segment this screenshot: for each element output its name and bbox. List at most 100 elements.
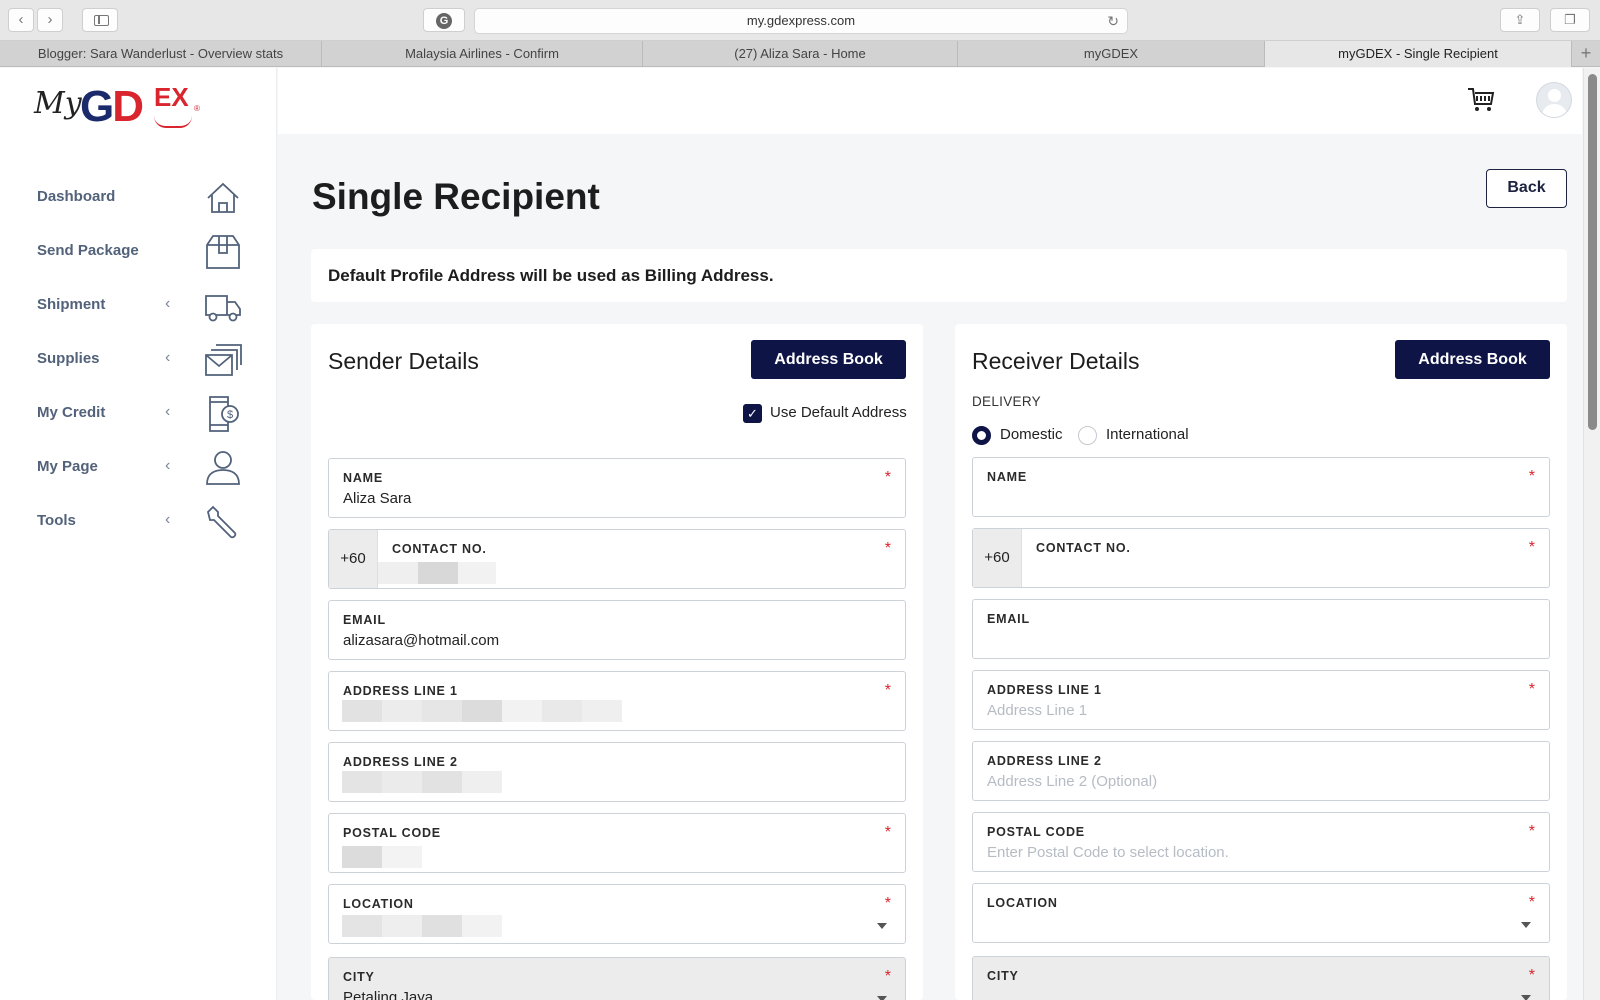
- address-bar[interactable]: my.gdexpress.com ↻: [474, 8, 1128, 34]
- billing-notice: Default Profile Address will be used as …: [311, 249, 1567, 302]
- sidebar-item-label: My Page: [37, 458, 98, 475]
- receiver-location-select[interactable]: LOCATION *: [972, 883, 1550, 943]
- sidebar-item-dashboard[interactable]: Dashboard: [0, 171, 277, 225]
- logo-letter-g: G: [80, 82, 114, 131]
- receiver-postal-code-field[interactable]: POSTAL CODE * Enter Postal Code to selec…: [972, 812, 1550, 872]
- sidebar-item-my-credit[interactable]: My Credit ‹ $: [0, 387, 277, 441]
- sender-city-value: Petaling Jaya: [343, 989, 434, 1000]
- mygdex-logo[interactable]: My GD EX ®: [32, 78, 212, 140]
- avatar-body: [1542, 104, 1567, 117]
- postal-code-placeholder: Enter Postal Code to select location.: [987, 844, 1229, 861]
- browser-tab[interactable]: Blogger: Sara Wanderlust - Overview stat…: [0, 41, 322, 67]
- required-mark: *: [1528, 823, 1535, 840]
- sender-name-value[interactable]: Aliza Sara: [343, 490, 411, 507]
- checkmark-icon: ✓: [747, 406, 758, 421]
- reload-icon[interactable]: ↻: [1107, 9, 1119, 33]
- logo-text-gd: GD: [80, 82, 144, 132]
- use-default-address-checkbox[interactable]: ✓: [743, 404, 762, 423]
- dropdown-caret-icon: [1521, 922, 1531, 928]
- required-mark: *: [884, 682, 891, 699]
- field-label: ADDRESS LINE 1: [343, 684, 458, 698]
- sidebar-item-supplies[interactable]: Supplies ‹: [0, 333, 277, 387]
- field-label: POSTAL CODE: [343, 826, 441, 840]
- share-button[interactable]: ⇪: [1500, 8, 1540, 32]
- back-button[interactable]: Back: [1486, 169, 1567, 208]
- browser-tab-active[interactable]: myGDEX - Single Recipient: [1265, 41, 1572, 67]
- sender-postal-code-field[interactable]: POSTAL CODE *: [328, 813, 906, 873]
- field-label: NAME: [343, 471, 384, 485]
- receiver-details-card: Receiver Details Address Book DELIVERY D…: [955, 324, 1567, 1000]
- required-mark: *: [1528, 967, 1535, 984]
- receiver-address-line-2-field[interactable]: ADDRESS LINE 2 Address Line 2 (Optional): [972, 741, 1550, 801]
- international-radio[interactable]: [1078, 426, 1097, 445]
- back-nav-button[interactable]: ‹: [8, 8, 34, 32]
- sidebar-item-label: Supplies: [37, 350, 100, 367]
- sender-address-line-1-field[interactable]: ADDRESS LINE 1 *: [328, 671, 906, 731]
- logo-text-ex: EX: [154, 82, 189, 112]
- avatar[interactable]: [1536, 82, 1572, 118]
- field-label: ADDRESS LINE 2: [343, 755, 458, 769]
- sidebar-item-send-package[interactable]: Send Package: [0, 225, 277, 279]
- redacted-location: [342, 915, 502, 937]
- field-label: CONTACT NO.: [1036, 541, 1131, 555]
- box-icon: [206, 235, 240, 269]
- share-icon: ⇪: [1514, 12, 1526, 27]
- browser-tab[interactable]: myGDEX: [958, 41, 1265, 67]
- domestic-radio[interactable]: [972, 426, 991, 445]
- cart-icon[interactable]: [1466, 84, 1496, 114]
- address-line-2-placeholder: Address Line 2 (Optional): [987, 773, 1158, 790]
- new-tab-button[interactable]: +: [1572, 41, 1600, 67]
- receiver-city-field[interactable]: CITY *: [972, 956, 1550, 1000]
- sidebar-item-tools[interactable]: Tools ‹: [0, 495, 277, 549]
- receiver-name-field[interactable]: NAME *: [972, 457, 1550, 517]
- page-scrollbar[interactable]: [1583, 68, 1600, 1000]
- address-line-1-placeholder: Address Line 1: [987, 702, 1088, 719]
- browser-tab[interactable]: (27) Aliza Sara - Home: [643, 41, 958, 67]
- sender-contact-field[interactable]: +60 CONTACT NO. *: [328, 529, 906, 589]
- grammarly-icon: G: [436, 13, 452, 29]
- use-default-address-label: Use Default Address: [770, 404, 907, 421]
- required-mark: *: [884, 824, 891, 841]
- chevron-left-icon: ‹: [165, 457, 171, 474]
- chevron-left-icon: ‹: [165, 403, 171, 420]
- field-label: CITY: [987, 969, 1019, 983]
- sender-name-field[interactable]: NAME * Aliza Sara: [328, 458, 906, 518]
- avatar-head: [1548, 89, 1561, 102]
- sidebar: My GD EX ® Dashboard Send Package Shipme…: [0, 68, 277, 1000]
- sidebar-item-my-page[interactable]: My Page ‹: [0, 441, 277, 495]
- sender-email-field[interactable]: EMAIL alizasara@hotmail.com: [328, 600, 906, 660]
- phone-dollar-icon: $: [209, 396, 239, 432]
- forward-nav-button[interactable]: ›: [37, 8, 63, 32]
- billing-notice-text: Default Profile Address will be used as …: [328, 266, 774, 285]
- svg-text:$: $: [227, 409, 233, 421]
- field-label: LOCATION: [987, 896, 1058, 910]
- receiver-contact-field[interactable]: +60 CONTACT NO. *: [972, 528, 1550, 588]
- show-tabs-button[interactable]: ❐: [1550, 8, 1590, 32]
- international-radio-label[interactable]: International: [1106, 426, 1189, 443]
- sidebar-item-label: My Credit: [37, 404, 106, 421]
- sender-address-book-button[interactable]: Address Book: [751, 340, 906, 379]
- chevron-left-icon: ‹: [18, 11, 24, 28]
- domestic-radio-label[interactable]: Domestic: [1000, 426, 1063, 443]
- redacted-postal-code: [342, 846, 422, 868]
- sidebar-toggle-button[interactable]: [82, 8, 118, 32]
- field-label: POSTAL CODE: [987, 825, 1085, 839]
- receiver-address-line-1-field[interactable]: ADDRESS LINE 1 * Address Line 1: [972, 670, 1550, 730]
- scrollbar-thumb[interactable]: [1588, 74, 1597, 430]
- browser-tab[interactable]: Malaysia Airlines - Confirm: [322, 41, 643, 67]
- sender-details-title: Sender Details: [328, 348, 479, 374]
- sidebar-item-label: Tools: [37, 512, 76, 529]
- envelope-stack-icon: [205, 344, 242, 376]
- sender-address-line-2-field[interactable]: ADDRESS LINE 2: [328, 742, 906, 802]
- receiver-address-book-button[interactable]: Address Book: [1395, 340, 1550, 379]
- required-mark: *: [1528, 681, 1535, 698]
- logo-letter-d: D: [112, 82, 144, 131]
- sidebar-item-shipment[interactable]: Shipment ‹: [0, 279, 277, 333]
- plus-icon: +: [1580, 43, 1592, 63]
- extension-button[interactable]: G: [423, 8, 465, 32]
- sender-city-field[interactable]: CITY * Petaling Jaya: [328, 957, 906, 1000]
- receiver-email-field[interactable]: EMAIL: [972, 599, 1550, 659]
- sender-email-value[interactable]: alizasara@hotmail.com: [343, 632, 499, 649]
- sender-location-select[interactable]: LOCATION *: [328, 884, 906, 944]
- field-label: EMAIL: [343, 613, 386, 627]
